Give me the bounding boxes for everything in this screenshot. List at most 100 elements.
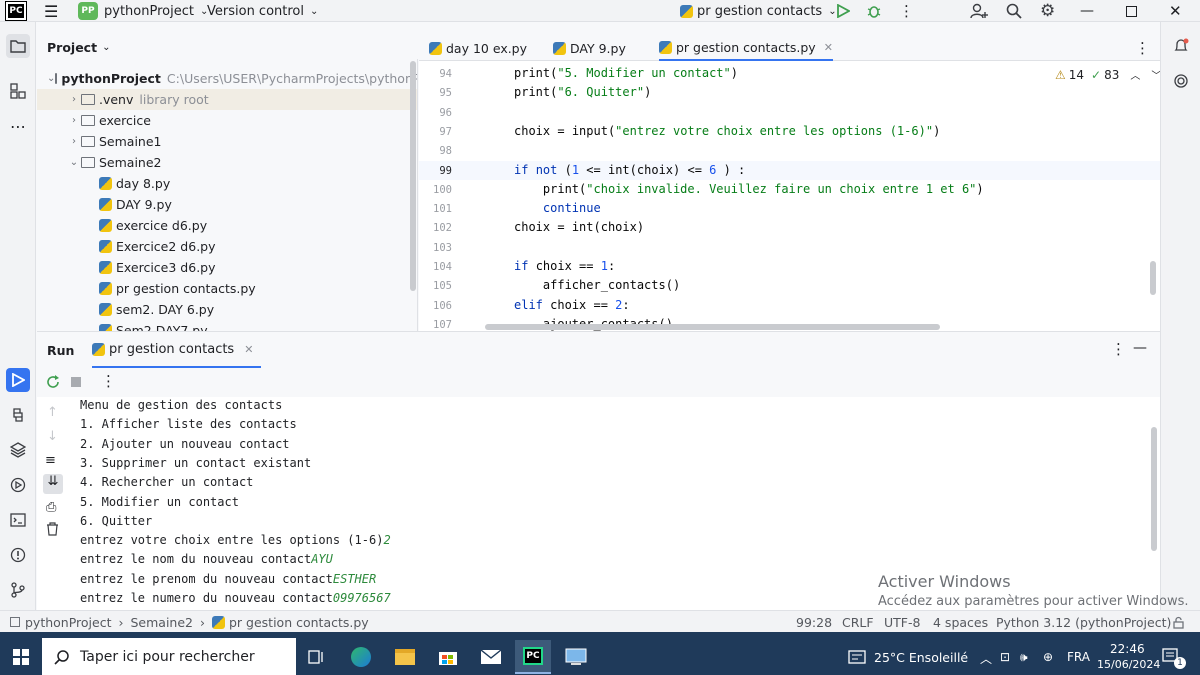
volume-icon[interactable]: 🕪: [1020, 650, 1028, 665]
weather-widget-icon[interactable]: [846, 640, 868, 674]
tree-item[interactable]: › .venv library root: [37, 89, 417, 110]
tray-chevron-icon[interactable]: ︿: [980, 650, 992, 667]
tree-item[interactable]: › Semaine1: [37, 131, 417, 152]
run-tab[interactable]: pr gestion contacts ✕: [92, 332, 262, 368]
code-line[interactable]: choix = input("entrez votre choix entre …: [514, 124, 940, 138]
vcs-menu[interactable]: Version control ⌄: [207, 0, 318, 22]
breadcrumb-project[interactable]: pythonProject: [25, 615, 112, 630]
code-line[interactable]: continue: [514, 201, 601, 215]
services-icon[interactable]: [6, 473, 30, 497]
chevron-right-icon[interactable]: ›: [67, 136, 81, 147]
microsoft-store-icon[interactable]: [433, 640, 463, 674]
taskbar-search-box[interactable]: Taper ici pour rechercher: [42, 638, 296, 675]
python-console-icon[interactable]: [6, 403, 30, 427]
file-explorer-icon[interactable]: [390, 640, 420, 674]
run-tool-icon[interactable]: [6, 368, 30, 392]
main-menu-icon[interactable]: ☰: [44, 0, 58, 22]
ai-assistant-icon[interactable]: [1169, 69, 1193, 93]
code-line[interactable]: elif choix == 2:: [514, 298, 630, 312]
editor-tabs-more-icon[interactable]: ⋮: [1135, 35, 1150, 61]
tab-day9[interactable]: DAY 9.py: [553, 35, 626, 61]
notifications-bell-icon[interactable]: [1169, 34, 1193, 58]
stop-icon[interactable]: [71, 377, 81, 387]
code-line[interactable]: print("choix invalide. Veuillez faire un…: [514, 182, 984, 196]
structure-tool-icon[interactable]: [6, 79, 30, 103]
code-editor[interactable]: 94 print("5. Modifier un contact") 95 print…: [419, 61, 1160, 331]
git-icon[interactable]: [6, 578, 30, 602]
console-scrollbar[interactable]: [1151, 427, 1157, 551]
status-breadcrumb[interactable]: pythonProject › Semaine2 › pr gestion co…: [10, 611, 369, 633]
network-icon[interactable]: ⊡: [1000, 650, 1010, 664]
chevron-right-icon[interactable]: ›: [67, 115, 81, 126]
tab-pr-gestion-contacts[interactable]: pr gestion contacts.py ✕: [659, 35, 833, 61]
debug-icon[interactable]: [866, 0, 882, 22]
run-toolbar-more-icon[interactable]: ⋮: [101, 372, 116, 390]
prev-highlight-icon[interactable]: ︿: [1130, 67, 1140, 82]
problems-icon[interactable]: [6, 543, 30, 567]
run-icon[interactable]: [836, 0, 850, 22]
code-line[interactable]: print("6. Quitter"): [514, 85, 651, 99]
file-encoding[interactable]: UTF-8: [884, 611, 920, 633]
close-window-button[interactable]: ✕: [1169, 0, 1182, 22]
edge-browser-icon[interactable]: [346, 640, 376, 674]
tree-item[interactable]: ⌄ Semaine2: [37, 152, 417, 173]
close-run-tab-icon[interactable]: ✕: [244, 343, 253, 356]
rerun-icon[interactable]: [46, 375, 60, 389]
line-separator[interactable]: CRLF: [842, 611, 874, 633]
breadcrumb-folder[interactable]: Semaine2: [131, 615, 194, 630]
tree-item[interactable]: pr gestion contacts.py: [37, 278, 417, 299]
tree-item[interactable]: ⌄ pythonProject C:\Users\USER\PycharmProje…: [37, 68, 417, 89]
inspection-widget[interactable]: ⚠14 ✓83 ︿ ﹀: [1055, 67, 1160, 83]
close-tab-icon[interactable]: ✕: [824, 41, 833, 54]
tree-item[interactable]: sem2. DAY 6.py: [37, 299, 417, 320]
tree-item[interactable]: Exercice2 d6.py: [37, 236, 417, 257]
print-icon[interactable]: ⎙: [46, 500, 56, 515]
search-icon[interactable]: [1006, 0, 1022, 22]
tab-day10[interactable]: day 10 ex.py: [429, 35, 527, 61]
chevron-down-icon[interactable]: ⌄: [67, 157, 81, 168]
maximize-button[interactable]: [1126, 0, 1137, 22]
code-line[interactable]: afficher_contacts(): [514, 278, 680, 292]
clear-trash-icon[interactable]: [46, 522, 59, 536]
tree-item[interactable]: DAY 9.py: [37, 194, 417, 215]
tree-item[interactable]: exercice d6.py: [37, 215, 417, 236]
clock-date[interactable]: 15/06/2024: [1097, 658, 1160, 671]
globe-language-icon[interactable]: ⊕: [1043, 650, 1053, 664]
settings-gear-icon[interactable]: ⚙: [1040, 0, 1055, 22]
terminal-icon[interactable]: [6, 508, 30, 532]
lock-icon[interactable]: [1173, 611, 1184, 633]
scroll-down-icon[interactable]: ↓: [47, 429, 58, 444]
tree-item[interactable]: Sem2 DAY7.py: [37, 320, 417, 331]
minimize-button[interactable]: —: [1080, 0, 1094, 22]
pycharm-taskbar-icon[interactable]: PC: [515, 640, 551, 674]
weather-text[interactable]: 25°C Ensoleillé: [874, 650, 968, 665]
task-view-icon[interactable]: [302, 640, 330, 674]
more-tools-icon[interactable]: ⋯: [6, 114, 30, 138]
python-interpreter[interactable]: Python 3.12 (pythonProject): [996, 611, 1171, 633]
chevron-down-icon[interactable]: ⌄: [47, 73, 55, 84]
editor-v-scrollbar[interactable]: [1150, 261, 1156, 295]
code-line[interactable]: if choix == 1:: [514, 259, 615, 273]
tree-item[interactable]: day 8.py: [37, 173, 417, 194]
project-panel-header[interactable]: Project ⌄: [37, 35, 418, 59]
project-switcher[interactable]: PP pythonProject ⌄: [78, 0, 208, 22]
windows-start-icon[interactable]: [6, 640, 36, 674]
tree-item[interactable]: › exercice: [37, 110, 417, 131]
clock-time[interactable]: 22:46: [1110, 642, 1145, 656]
soft-wrap-icon[interactable]: ≡: [45, 453, 56, 468]
scroll-up-icon[interactable]: ↑: [47, 405, 58, 420]
packages-layers-icon[interactable]: [6, 438, 30, 462]
mail-icon[interactable]: [476, 640, 506, 674]
hide-panel-icon[interactable]: —: [1133, 340, 1147, 356]
run-options-icon[interactable]: ⋮: [1111, 340, 1126, 358]
project-scrollbar[interactable]: [410, 61, 416, 291]
add-user-icon[interactable]: [970, 0, 988, 22]
control-panel-icon[interactable]: [560, 640, 592, 674]
editor-h-scrollbar[interactable]: [485, 324, 940, 330]
scroll-to-end-icon[interactable]: ⇊: [43, 474, 63, 494]
indent-setting[interactable]: 4 spaces: [933, 611, 988, 633]
chevron-right-icon[interactable]: ›: [67, 94, 81, 105]
code-line[interactable]: print("5. Modifier un contact"): [514, 66, 738, 80]
next-highlight-icon[interactable]: ﹀: [1151, 67, 1160, 82]
run-config-selector[interactable]: pr gestion contacts ⌄: [680, 0, 837, 22]
